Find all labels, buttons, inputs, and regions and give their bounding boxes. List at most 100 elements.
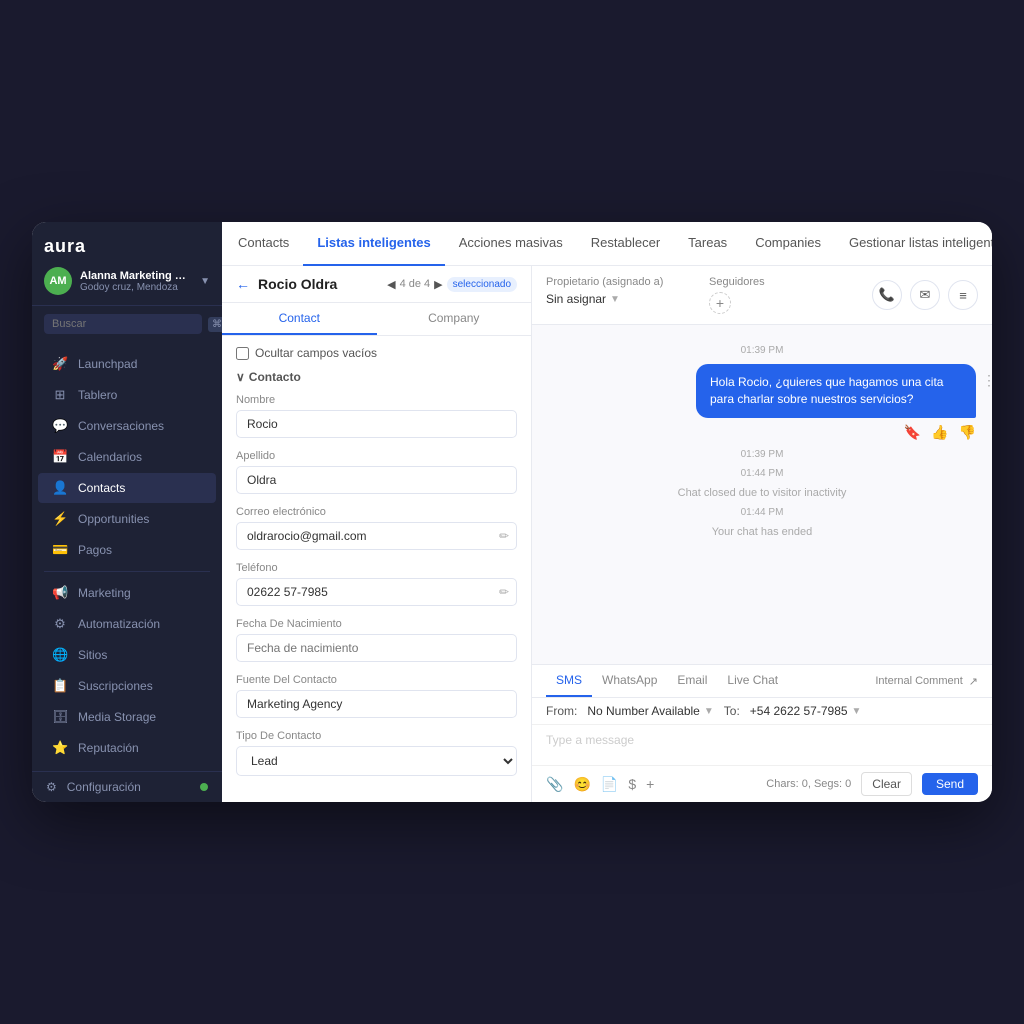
nombre-input[interactable] [236,410,517,438]
owner-value: Sin asignar ▼ [546,292,693,306]
owner-label: Propietario (asignado a) [546,276,693,288]
sidebar-item-conversaciones[interactable]: 💬 Conversaciones [38,411,216,441]
toolbar-right: Chars: 0, Segs: 0 Clear Send [766,772,978,796]
tab-restablecer[interactable]: Restablecer [577,222,674,266]
chat-tab-whatsapp[interactable]: WhatsApp [592,665,667,697]
field-apellido-label: Apellido [236,450,517,462]
correo-input[interactable] [236,522,517,550]
fecha-input[interactable] [236,634,517,662]
telefono-input[interactable] [236,578,517,606]
message-menu-icon[interactable]: ⋮ [982,372,992,389]
thumbsup-icon[interactable]: 👍 [931,424,948,441]
followers-section: Seguidores + [709,276,856,314]
chat-tab-email[interactable]: Email [667,665,717,697]
thumbsdown-icon[interactable]: 👎 [959,424,976,441]
sidebar-item-label: Reputación [78,741,139,755]
sidebar-item-media[interactable]: 🗄 Media Storage [38,702,216,732]
marketing-icon: 📢 [52,585,68,601]
sidebar-user[interactable]: AM Alanna Marketing Di... Godoy cruz, Me… [44,267,210,295]
sidebar-item-informes[interactable]: 📈 Informes [38,764,216,771]
attachment-icon[interactable]: 📎 [546,776,563,793]
sidebar-item-configuracion[interactable]: ⚙ Configuración [46,780,208,794]
field-tipo-label: Tipo De Contacto [236,730,517,742]
sidebar: aura AM Alanna Marketing Di... Godoy cru… [32,222,222,802]
main-content: Contacts Listas inteligentes Acciones ma… [222,222,992,802]
sidebar-item-label: Tablero [78,388,117,402]
filter-icon[interactable]: ≡ [948,280,978,310]
media-icon: 🗄 [52,709,68,725]
tab-company[interactable]: Company [377,303,532,335]
pagination-next-icon[interactable]: ▶ [434,278,442,291]
add-follower-button[interactable]: + [709,292,731,314]
hide-empty-checkbox[interactable] [236,347,249,360]
telefono-edit-icon[interactable]: ✏ [499,585,509,599]
chat-tab-livechat[interactable]: Live Chat [717,665,788,697]
sidebar-item-reputacion[interactable]: ⭐ Reputación [38,733,216,763]
pagination-prev-icon[interactable]: ◀ [387,278,395,291]
chat-to-value[interactable]: +54 2622 57-7985 ▼ [750,704,862,718]
sidebar-item-calendarios[interactable]: 📅 Calendarios [38,442,216,472]
search-input[interactable] [44,314,202,334]
sidebar-item-automatizacion[interactable]: ⚙ Automatización [38,609,216,639]
owner-section: Propietario (asignado a) Sin asignar ▼ [546,276,693,314]
sidebar-item-label: Pagos [78,543,112,557]
followers-label: Seguidores [709,276,856,288]
contact-name: Rocio Oldra [258,276,379,292]
correo-edit-icon[interactable]: ✏ [499,529,509,543]
expand-icon: ↗ [969,675,978,688]
document-icon[interactable]: 📄 [601,776,618,793]
tab-tareas[interactable]: Tareas [674,222,741,266]
chat-system-msg-2: Your chat has ended [548,526,976,538]
field-apellido: Apellido [236,450,517,494]
internal-comment[interactable]: Internal Comment ↗ [875,665,978,697]
chat-from-value[interactable]: No Number Available ▼ [587,704,713,718]
bookmark-icon[interactable]: 🔖 [904,424,921,441]
sidebar-item-label: Conversaciones [78,419,164,433]
fuente-input[interactable] [236,690,517,718]
chat-header: Propietario (asignado a) Sin asignar ▼ S… [532,266,992,325]
emoji-icon[interactable]: 😊 [573,776,590,793]
sidebar-item-label: Sitios [78,648,107,662]
sidebar-item-opportunities[interactable]: ⚡ Opportunities [38,504,216,534]
tab-acciones[interactable]: Acciones masivas [445,222,577,266]
chat-input-area: SMS WhatsApp Email Live Chat Internal Co… [532,664,992,802]
dollar-icon[interactable]: $ [628,776,636,792]
suscripciones-icon: 📋 [52,678,68,694]
message-placeholder: Type a message [546,733,634,747]
pagos-icon: 💳 [52,542,68,558]
send-button[interactable]: Send [922,773,978,795]
sidebar-search-container: ⌘K + [32,306,222,342]
sidebar-item-suscripciones[interactable]: 📋 Suscripciones [38,671,216,701]
plus-icon[interactable]: + [646,776,654,792]
conversaciones-icon: 💬 [52,418,68,434]
tab-listas[interactable]: Listas inteligentes [303,222,444,266]
message-input-area[interactable]: Type a message [532,725,992,765]
clear-button[interactable]: Clear [861,772,912,796]
tab-contact[interactable]: Contact [222,303,377,335]
field-correo: Correo electrónico ✏ [236,506,517,550]
chat-tab-sms[interactable]: SMS [546,665,592,697]
tab-gestionar[interactable]: Gestionar listas inteligentes [835,222,992,266]
sidebar-item-launchpad[interactable]: 🚀 Launchpad [38,349,216,379]
field-correo-label: Correo electrónico [236,506,517,518]
sidebar-item-sitios[interactable]: 🌐 Sitios [38,640,216,670]
field-fuente: Fuente Del Contacto [236,674,517,718]
sidebar-item-tablero[interactable]: ⊞ Tablero [38,380,216,410]
chevron-down-icon: ▼ [200,276,210,287]
phone-icon[interactable]: 📞 [872,280,902,310]
sidebar-item-label: Suscripciones [78,679,153,693]
user-name: Alanna Marketing Di... [80,270,192,282]
chat-header-actions: 📞 ✉ ≡ [872,276,978,314]
tipo-contacto-select[interactable]: Lead Customer Prospect [236,746,517,776]
sidebar-header: aura AM Alanna Marketing Di... Godoy cru… [32,222,222,306]
tab-companies[interactable]: Companies [741,222,835,266]
back-arrow-icon[interactable]: ← [236,276,250,292]
email-icon[interactable]: ✉ [910,280,940,310]
apellido-input[interactable] [236,466,517,494]
sidebar-item-pagos[interactable]: 💳 Pagos [38,535,216,565]
chat-messages: 01:39 PM Hola Rocio, ¿quieres que hagamo… [532,325,992,664]
tab-contacts[interactable]: Contacts [238,222,303,266]
left-panel: ← Rocio Oldra ◀ 4 de 4 ▶ seleccionado Co… [222,266,532,802]
sidebar-item-marketing[interactable]: 📢 Marketing [38,578,216,608]
sidebar-item-contacts[interactable]: 👤 Contacts [38,473,216,503]
